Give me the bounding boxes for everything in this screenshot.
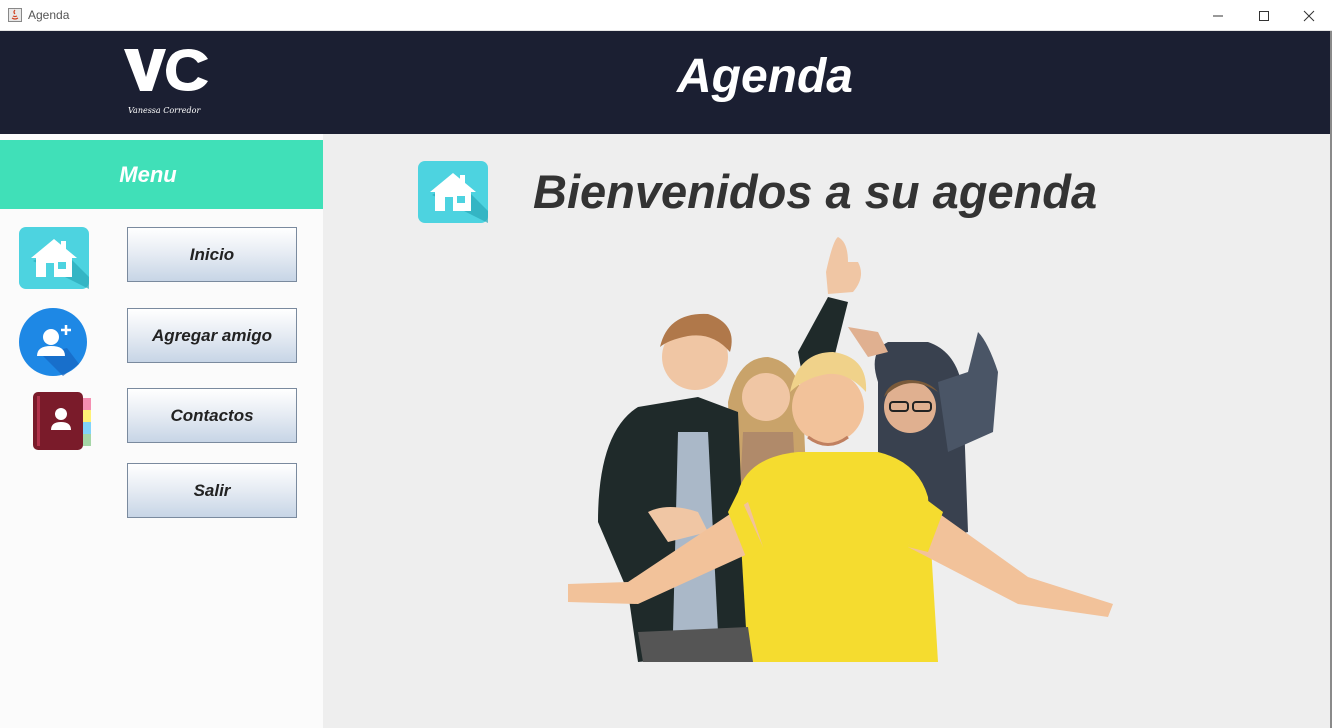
salir-button[interactable]: Salir (127, 463, 297, 518)
close-icon (1303, 10, 1315, 21)
window-title: Agenda (28, 8, 70, 22)
app-header: Vanessa Corredor Agenda (0, 31, 1330, 134)
friends-group-photo (568, 237, 1113, 662)
main-panel: Bienvenidos a su agenda (323, 134, 1332, 728)
window-titlebar: Agenda (0, 0, 1332, 31)
close-button[interactable] (1286, 0, 1332, 31)
minimize-button[interactable] (1195, 0, 1241, 31)
vc-logo: Vanessa Corredor (122, 45, 218, 121)
inicio-button[interactable]: Inicio (127, 227, 297, 282)
header-title: Agenda (676, 50, 853, 103)
minimize-icon (1213, 15, 1223, 16)
vc-logo-mark (124, 49, 208, 91)
home-icon (418, 161, 488, 223)
java-app-icon (8, 8, 22, 22)
maximize-button[interactable] (1241, 0, 1287, 31)
agregar-amigo-button[interactable]: Agregar amigo (127, 308, 297, 363)
menu-label: Menu (119, 162, 177, 187)
menu-header: Menu (0, 140, 323, 209)
contactos-button[interactable]: Contactos (127, 388, 297, 443)
welcome-heading: Bienvenidos a su agenda (533, 165, 1098, 218)
logo-subtitle: Vanessa Corredor (128, 106, 201, 115)
address-book-icon[interactable] (31, 390, 93, 452)
sidebar: Menu Inicio Agregar amigo Contactos Sali… (0, 134, 323, 728)
add-user-icon[interactable] (19, 308, 87, 376)
maximize-icon (1259, 10, 1269, 21)
home-icon[interactable] (19, 227, 89, 289)
